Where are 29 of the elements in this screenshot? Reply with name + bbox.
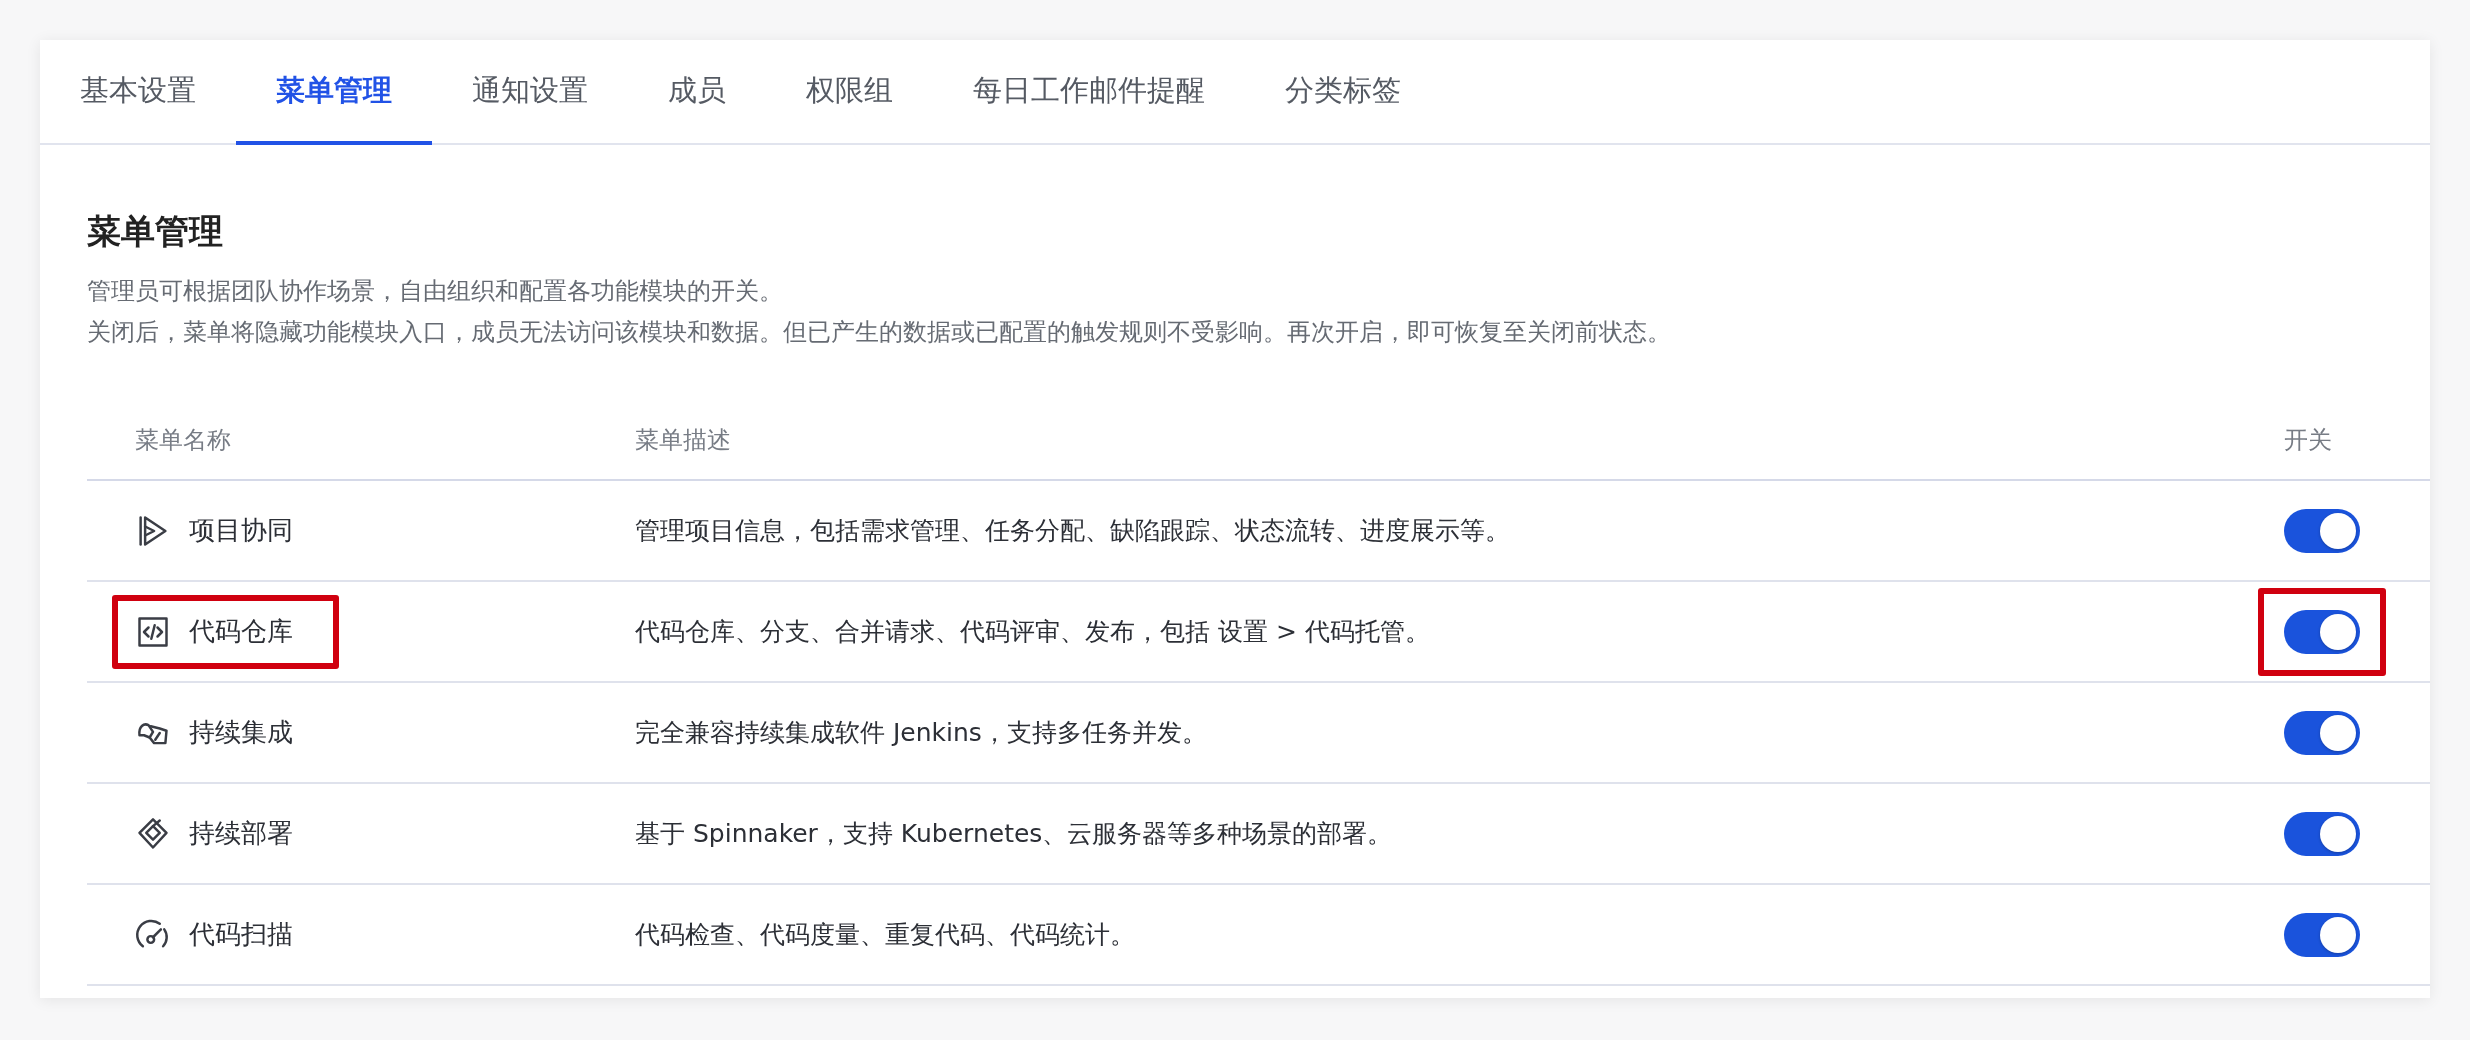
- toggle-switch[interactable]: [2284, 710, 2360, 755]
- column-header: 菜单描述: [635, 425, 731, 454]
- menu-name: 持续部署: [189, 817, 293, 850]
- description-text: 关闭后，菜单将隐藏功能模块入口，成员无法访问该模块和数据。但已产生的数据或已配置的触发规则不受影响。再次开启，即可恢复至关闭前状态。: [87, 317, 1671, 348]
- column-header: 开关: [2284, 425, 2332, 454]
- tab[interactable]: 菜单管理: [236, 40, 432, 145]
- toggle-switch[interactable]: [2284, 811, 2360, 856]
- toggle-switch[interactable]: [2284, 609, 2360, 654]
- menu-description: 基于 Spinnaker，支持 Kubernetes、云服务器等多种场景的部署。: [635, 818, 1393, 848]
- menu-name: 代码仓库: [189, 615, 293, 648]
- menu-name: 项目协同: [189, 514, 293, 547]
- menu-description: 管理项目信息，包括需求管理、任务分配、缺陷跟踪、状态流转、进度展示等。: [635, 515, 1510, 545]
- menu-name: 代码扫描: [189, 918, 293, 951]
- tab[interactable]: 权限组: [766, 40, 933, 145]
- section-title: 菜单管理: [87, 210, 223, 253]
- tab[interactable]: 基本设置: [40, 40, 236, 145]
- toggle-switch[interactable]: [2284, 912, 2360, 957]
- menu-description: 代码检查、代码度量、重复代码、代码统计。: [635, 919, 1135, 949]
- tab[interactable]: 分类标签: [1245, 40, 1441, 145]
- column-header: 菜单名称: [135, 425, 231, 454]
- menu-description: 代码仓库、分支、合并请求、代码评审、发布，包括 设置 > 代码托管。: [635, 616, 1430, 646]
- tab[interactable]: 每日工作邮件提醒: [933, 40, 1245, 145]
- description-text: 管理员可根据团队协作场景，自由组织和配置各功能模块的开关。: [87, 276, 783, 307]
- diamond-icon: [135, 815, 171, 852]
- menu-description: 完全兼容持续集成软件 Jenkins，支持多任务并发。: [635, 717, 1207, 747]
- tab[interactable]: 成员: [628, 40, 766, 145]
- menu-name: 持续集成: [189, 716, 293, 749]
- toggle-switch[interactable]: [2284, 508, 2360, 553]
- tab[interactable]: 通知设置: [432, 40, 628, 145]
